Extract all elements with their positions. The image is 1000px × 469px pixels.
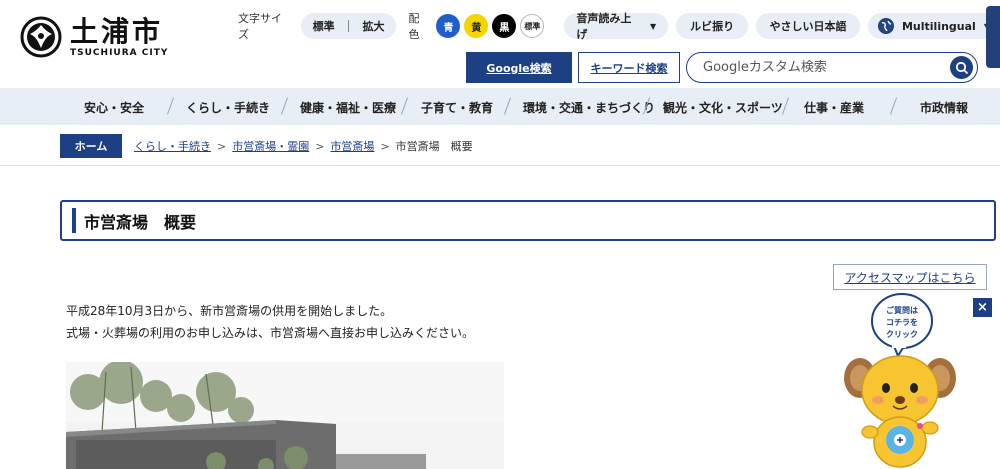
ruby-button[interactable]: ルビ振り (676, 13, 749, 39)
multilingual-label: Multilingual (901, 19, 976, 33)
nav-divider (889, 97, 898, 115)
search-input[interactable] (703, 60, 933, 75)
breadcrumb-divider (0, 165, 1000, 166)
nav-divider (400, 97, 409, 115)
chevron-down-icon: ▼ (650, 21, 657, 31)
font-standard-button[interactable]: 標準 (313, 18, 335, 34)
site-logo[interactable]: 土浦市 TSUCHIURA CITY (20, 16, 168, 58)
global-navigation: 安心・安全 くらし・手続き 健康・福祉・医療 子育て・教育 環境・交通・まちづく… (0, 88, 1000, 125)
gnav-item-education[interactable]: 子育て・教育 (421, 99, 493, 116)
building-image (66, 362, 504, 469)
site-header: 土浦市 TSUCHIURA CITY 文字サイズ 標準 拡大 配色 青 黄 黒 … (0, 0, 1000, 88)
breadcrumb-current: 市営斎場 概要 (395, 140, 473, 153)
search-bar: Google検索 キーワード検索 (466, 52, 978, 83)
paragraph: 式場・火葬場の利用のお申し込みは、市営斎場へ直接お申し込みください。 (66, 326, 475, 340)
font-size-switcher: 標準 拡大 (300, 13, 397, 39)
bubble-line: クリック (886, 329, 918, 339)
chat-mascot-widget[interactable]: ご質問は コチラを クリック (838, 292, 960, 469)
gnav-item-tourism[interactable]: 観光・文化・スポーツ (663, 99, 783, 116)
nav-divider (166, 97, 175, 115)
color-yellow-button[interactable]: 黄 (464, 14, 489, 38)
search-button[interactable] (950, 56, 973, 79)
mascot-character (844, 355, 956, 468)
title-accent-bar (72, 208, 76, 233)
intro-text: 平成28年10月3日から、新市営斎場の供用を開始しました。 式場・火葬場の利用の… (66, 300, 474, 344)
gnav-item-living[interactable]: くらし・手続き (186, 99, 270, 116)
breadcrumb-separator: > (380, 139, 390, 153)
bubble-line: コチラを (886, 318, 918, 327)
nav-divider (280, 97, 289, 115)
page-title-box: 市営斎場 概要 (60, 200, 996, 241)
nav-divider (503, 97, 512, 115)
bubble-line: ご質問は (886, 305, 918, 315)
gnav-item-health[interactable]: 健康・福祉・医療 (300, 99, 396, 116)
search-field-wrapper (686, 52, 978, 83)
nav-divider (781, 97, 790, 115)
color-scheme-label: 配色 (408, 12, 420, 41)
close-icon[interactable]: × (973, 298, 992, 317)
crematorium-photo (66, 362, 504, 469)
font-size-label: 文字サイズ (238, 12, 282, 41)
color-standard-button[interactable]: 標準 (520, 14, 545, 38)
page-title: 市営斎場 概要 (84, 212, 197, 232)
multilingual-button[interactable]: Multilingual ▼ (868, 13, 1000, 39)
breadcrumb-home[interactable]: ホーム (60, 134, 122, 158)
gnav-item-environment[interactable]: 環境・交通・まちづくり (523, 99, 655, 116)
breadcrumb-separator: > (217, 139, 227, 153)
font-large-button[interactable]: 拡大 (362, 18, 384, 34)
easy-japanese-button[interactable]: やさしい日本語 (756, 13, 860, 39)
breadcrumb-separator: > (315, 139, 325, 153)
search-icon (955, 61, 968, 74)
color-black-button[interactable]: 黒 (492, 14, 517, 38)
city-emblem-icon (20, 16, 62, 58)
side-menu-tab[interactable] (986, 6, 1000, 68)
breadcrumb-link[interactable]: 市営斎場 (330, 138, 374, 154)
divider (348, 20, 350, 32)
breadcrumb-link[interactable]: くらし・手続き (134, 138, 211, 154)
breadcrumb-link[interactable]: 市営斎場・霊園 (232, 138, 309, 154)
keyword-search-tab[interactable]: キーワード検索 (578, 52, 680, 83)
color-blue-button[interactable]: 青 (436, 14, 461, 38)
gnav-item-city-info[interactable]: 市政情報 (920, 99, 968, 116)
read-aloud-label: 音声読み上げ (576, 12, 632, 41)
ruby-label: ルビ振り (690, 20, 735, 33)
utility-toolbar: 文字サイズ 標準 拡大 配色 青 黄 黒 標準 音声読み上げ ▼ ルビ振り やさ… (238, 10, 1000, 42)
logo-name: 土浦市 (70, 14, 164, 48)
read-aloud-button[interactable]: 音声読み上げ ▼ (564, 12, 669, 41)
paragraph: 平成28年10月3日から、新市営斎場の供用を開始しました。 (66, 304, 393, 318)
google-search-tab[interactable]: Google検索 (466, 52, 572, 83)
logo-subtitle: TSUCHIURA CITY (70, 47, 169, 58)
breadcrumb: ホーム くらし・手続き > 市営斎場・霊園 > 市営斎場 > 市営斎場 概要 (60, 134, 473, 158)
easy-japanese-label: やさしい日本語 (769, 20, 847, 33)
speech-bubble: ご質問は コチラを クリック (871, 293, 933, 359)
access-map-link[interactable]: アクセスマップはこちら (833, 264, 987, 290)
gnav-item-business[interactable]: 仕事・産業 (804, 99, 864, 116)
globe-icon (878, 18, 894, 34)
gnav-item-safety[interactable]: 安心・安全 (84, 99, 144, 116)
